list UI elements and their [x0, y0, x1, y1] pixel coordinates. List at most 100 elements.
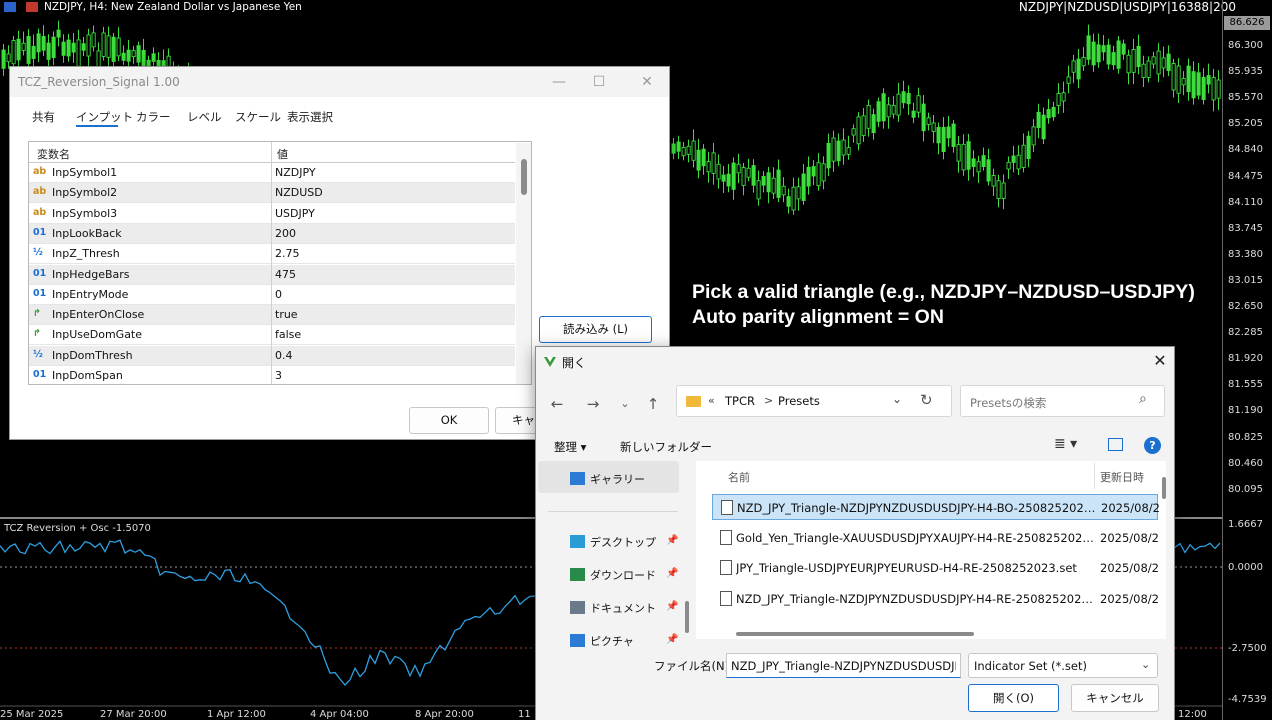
- forward-arrow-icon[interactable]: →: [582, 393, 604, 415]
- chevron-down-icon[interactable]: ⌄: [1141, 658, 1150, 671]
- recent-chevron-icon[interactable]: ⌄: [614, 393, 636, 415]
- col-header-name[interactable]: 変数名: [37, 146, 70, 162]
- load-button[interactable]: 読み込み (L): [539, 316, 652, 343]
- time-axis-label: 27 Mar 20:00: [100, 709, 167, 720]
- nav-item-label[interactable]: ドキュメント: [590, 600, 656, 616]
- refresh-icon[interactable]: ↻: [920, 391, 933, 409]
- candle-body: [71, 42, 76, 53]
- search-input[interactable]: Presetsの検索 ⌕: [960, 385, 1165, 417]
- input-value[interactable]: NZDJPY: [275, 166, 316, 179]
- input-value[interactable]: 200: [275, 227, 296, 240]
- search-icon[interactable]: ⌕: [1139, 391, 1147, 407]
- input-row[interactable]: 01 InpEntryMode 0: [29, 285, 515, 305]
- tab-levels[interactable]: レベル: [187, 109, 222, 125]
- candle-body: [116, 37, 121, 57]
- address-overflow[interactable]: «: [708, 394, 715, 407]
- back-arrow-icon[interactable]: ←: [546, 393, 568, 415]
- up-arrow-icon[interactable]: ↑: [642, 393, 664, 415]
- integer-type-icon: 01: [33, 287, 47, 299]
- input-row[interactable]: ab InpSymbol3 USDJPY: [29, 204, 515, 224]
- pictures-icon: [570, 634, 585, 647]
- price-axis-label: 81.555: [1228, 379, 1263, 391]
- candle-body: [676, 141, 681, 152]
- file-row[interactable]: NZD_JPY_Triangle-NZDJPYNZDUSDUSDJPY-H4-R…: [712, 586, 1158, 612]
- breadcrumb-separator[interactable]: >: [764, 394, 773, 407]
- input-value[interactable]: 2.75: [275, 247, 300, 260]
- candle-body: [956, 144, 961, 162]
- annotation-line-1: Pick a valid triangle (e.g., NZDJPY–NZDU…: [692, 281, 1195, 303]
- maximize-button[interactable]: ☐: [588, 71, 610, 93]
- close-icon[interactable]: ✕: [1148, 349, 1172, 373]
- organize-menu[interactable]: 整理 ▾: [554, 439, 586, 455]
- input-row[interactable]: ½ InpDomThresh 0.4: [29, 345, 515, 366]
- nav-item-label[interactable]: ダウンロード: [590, 567, 656, 583]
- tab-visualization[interactable]: 表示選択: [287, 109, 333, 125]
- input-row[interactable]: ½ InpZ_Thresh 2.75: [29, 244, 515, 265]
- input-row[interactable]: ↱ InpEnterOnClose true: [29, 305, 515, 326]
- breadcrumb-tpcr[interactable]: TPCR: [725, 394, 755, 408]
- candle-body: [771, 177, 776, 194]
- ok-button[interactable]: OK: [409, 407, 489, 434]
- price-axis-label: 86.300: [1228, 40, 1263, 51]
- filetype-select[interactable]: Indicator Set (*.set) ⌄: [968, 653, 1158, 678]
- input-value[interactable]: 475: [275, 268, 296, 281]
- cancel-button[interactable]: キャンセル: [1071, 684, 1159, 712]
- view-options-icon[interactable]: ≣ ▾: [1054, 436, 1077, 452]
- nav-item-label[interactable]: デスクトップ: [590, 534, 656, 550]
- file-list-vscroll[interactable]: [1162, 477, 1166, 499]
- symbols-banner: NZDJPY|NZDUSD|USDJPY|16388|200: [1018, 0, 1236, 14]
- preview-pane-icon[interactable]: [1108, 438, 1123, 451]
- file-list-hscroll[interactable]: [736, 632, 974, 636]
- price-axis[interactable]: 86.300 85.935 85.570 85.205 84.840 84.475 84.1…: [1222, 0, 1272, 720]
- file-row[interactable]: Gold_Yen_Triangle-XAUUSDUSDJPYXAUJPY-H4-…: [712, 525, 1158, 551]
- tab-scale[interactable]: スケール: [235, 109, 281, 125]
- chart-menu-icon[interactable]: [4, 2, 16, 12]
- file-row[interactable]: NZD_JPY_Triangle-NZDJPYNZDUSDUSDJPY-H4-B…: [712, 494, 1159, 520]
- input-row[interactable]: 01 InpHedgeBars 475: [29, 264, 515, 285]
- input-value[interactable]: true: [275, 308, 298, 321]
- pin-icon[interactable]: 📌: [666, 568, 678, 579]
- tab-colors[interactable]: カラー: [136, 109, 171, 125]
- grid-scroll-thumb[interactable]: [521, 159, 527, 195]
- pin-icon[interactable]: 📌: [666, 634, 678, 645]
- nav-scrollbar[interactable]: [685, 601, 689, 633]
- window-icon[interactable]: [26, 2, 38, 12]
- input-row[interactable]: ab InpSymbol1 NZDJPY: [29, 163, 515, 183]
- input-name: InpDomSpan: [52, 369, 123, 382]
- input-row[interactable]: ab InpSymbol2 NZDUSD: [29, 183, 515, 204]
- input-value[interactable]: USDJPY: [275, 207, 315, 220]
- input-value[interactable]: false: [275, 328, 301, 341]
- close-button[interactable]: ✕: [636, 71, 658, 93]
- col-header-modified[interactable]: 更新日時: [1100, 469, 1144, 485]
- file-icon: [721, 500, 733, 515]
- input-value[interactable]: NZDUSD: [275, 186, 323, 199]
- candle-body: [66, 39, 71, 57]
- input-value[interactable]: 3: [275, 369, 282, 382]
- col-header-value[interactable]: 値: [277, 146, 288, 162]
- chevron-down-icon[interactable]: ⌄: [892, 392, 902, 406]
- breadcrumb-presets[interactable]: Presets: [778, 394, 820, 408]
- new-folder-button[interactable]: 新しいフォルダー: [620, 439, 712, 455]
- input-value[interactable]: 0.4: [275, 349, 293, 362]
- nav-item-label[interactable]: ピクチャ: [590, 633, 634, 649]
- pin-icon[interactable]: 📌: [666, 601, 678, 612]
- tab-common[interactable]: 共有: [32, 109, 55, 125]
- pin-icon[interactable]: 📌: [666, 535, 678, 546]
- col-header-filename[interactable]: 名前: [728, 469, 750, 485]
- price-axis-label: 83.015: [1228, 274, 1263, 286]
- input-row[interactable]: 01 InpLookBack 200: [29, 223, 515, 244]
- help-icon[interactable]: ?: [1144, 437, 1161, 454]
- nav-item-label[interactable]: ギャラリー: [590, 471, 645, 487]
- filename-input[interactable]: NZD_JPY_Triangle-NZDJPYNZDUSDUSDJPY-H4-B…: [726, 653, 961, 678]
- minimize-button[interactable]: —: [548, 71, 570, 93]
- tab-inputs[interactable]: インプット: [76, 109, 133, 125]
- address-bar[interactable]: « TPCR > Presets ⌄: [676, 385, 952, 417]
- grid-scrollbar[interactable]: [516, 143, 531, 384]
- open-button[interactable]: 開く(O): [968, 684, 1059, 712]
- input-row[interactable]: ↱ InpUseDomGate false: [29, 325, 515, 346]
- candle-body: [131, 50, 136, 58]
- candle-body: [881, 93, 886, 122]
- input-row[interactable]: 01 InpDomSpan 3: [29, 366, 515, 384]
- file-row[interactable]: JPY_Triangle-USDJPYEURJPYEURUSD-H4-RE-25…: [712, 555, 1158, 581]
- input-value[interactable]: 0: [275, 288, 282, 301]
